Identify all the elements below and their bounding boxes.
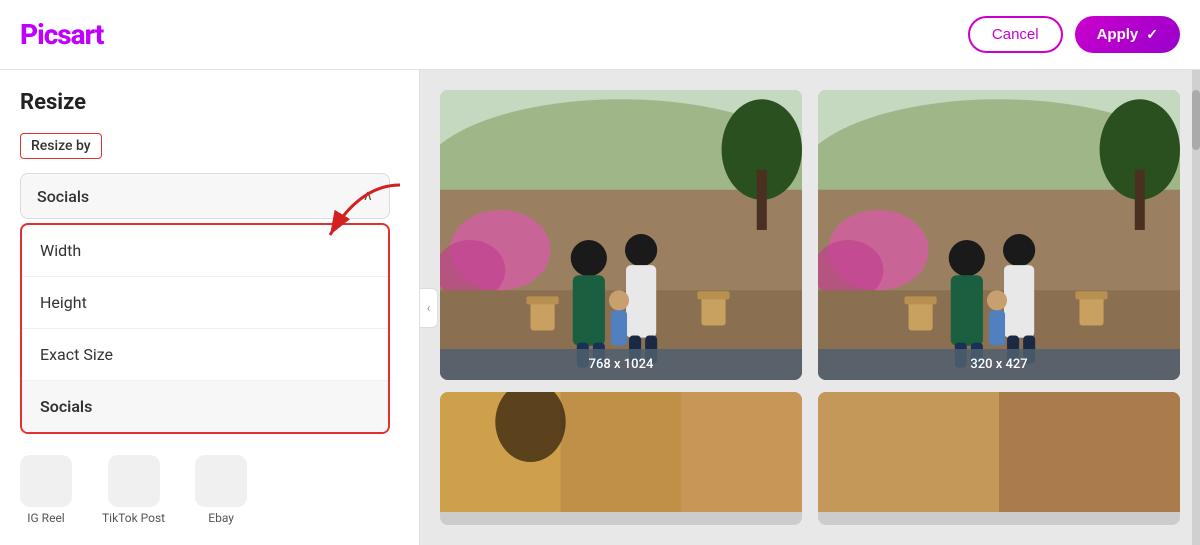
bottom-icon-row: IG Reel TikTok Post Ebay (20, 455, 247, 525)
image-row-top: 768 x 1024 (440, 90, 1180, 380)
image-card-4 (818, 392, 1180, 525)
icon-ebay[interactable]: Ebay (195, 455, 247, 525)
ig-reel-label: IG Reel (27, 511, 64, 525)
scrollbar-thumb[interactable] (1192, 90, 1200, 150)
apply-label: Apply (1097, 26, 1139, 43)
apply-button[interactable]: Apply ✓ (1075, 16, 1180, 53)
image-card-2: 320 x 427 (818, 90, 1180, 380)
ebay-label: Ebay (208, 511, 234, 525)
dropdown-selected-value: Socials (37, 187, 89, 206)
sidebar-title: Resize (20, 90, 399, 115)
image-1-label: 768 x 1024 (440, 349, 802, 380)
sidebar: Resize Resize by Socials ∧ Width Height … (0, 70, 420, 545)
logo: Picsart (20, 18, 103, 51)
ebay-thumb (195, 455, 247, 507)
dropdown-menu: Width Height Exact Size Socials (20, 223, 390, 434)
header: Picsart Cancel Apply ✓ (0, 0, 1200, 70)
dropdown-item-exact-size[interactable]: Exact Size (22, 329, 388, 381)
image-row-bottom (440, 392, 1180, 525)
image-2 (818, 90, 1180, 380)
image-2-label: 320 x 427 (818, 349, 1180, 380)
dropdown-item-socials[interactable]: Socials (22, 381, 388, 432)
image-card-1: 768 x 1024 (440, 90, 802, 380)
dropdown-item-height[interactable]: Height (22, 277, 388, 329)
checkmark-icon: ✓ (1146, 26, 1158, 43)
icon-ig-reel[interactable]: IG Reel (20, 455, 72, 525)
dropdown-item-width[interactable]: Width (22, 225, 388, 277)
ig-reel-thumb (20, 455, 72, 507)
main-layout: Resize Resize by Socials ∧ Width Height … (0, 70, 1200, 545)
dropdown-selector[interactable]: Socials ∧ (20, 173, 390, 219)
content-area: ‹ (420, 70, 1200, 545)
resize-by-label: Resize by (20, 133, 102, 159)
image-1 (440, 90, 802, 380)
icon-tiktok-post[interactable]: TikTok Post (102, 455, 165, 525)
scrollbar[interactable] (1192, 70, 1200, 545)
tiktok-post-label: TikTok Post (102, 511, 165, 525)
collapse-icon: ‹ (427, 301, 431, 315)
tiktok-post-thumb (108, 455, 160, 507)
chevron-up-icon: ∧ (363, 188, 373, 204)
header-actions: Cancel Apply ✓ (968, 16, 1180, 53)
image-card-3 (440, 392, 802, 525)
image-3 (440, 392, 802, 512)
cancel-button[interactable]: Cancel (968, 16, 1063, 53)
collapse-button[interactable]: ‹ (420, 288, 438, 328)
image-4 (818, 392, 1180, 512)
